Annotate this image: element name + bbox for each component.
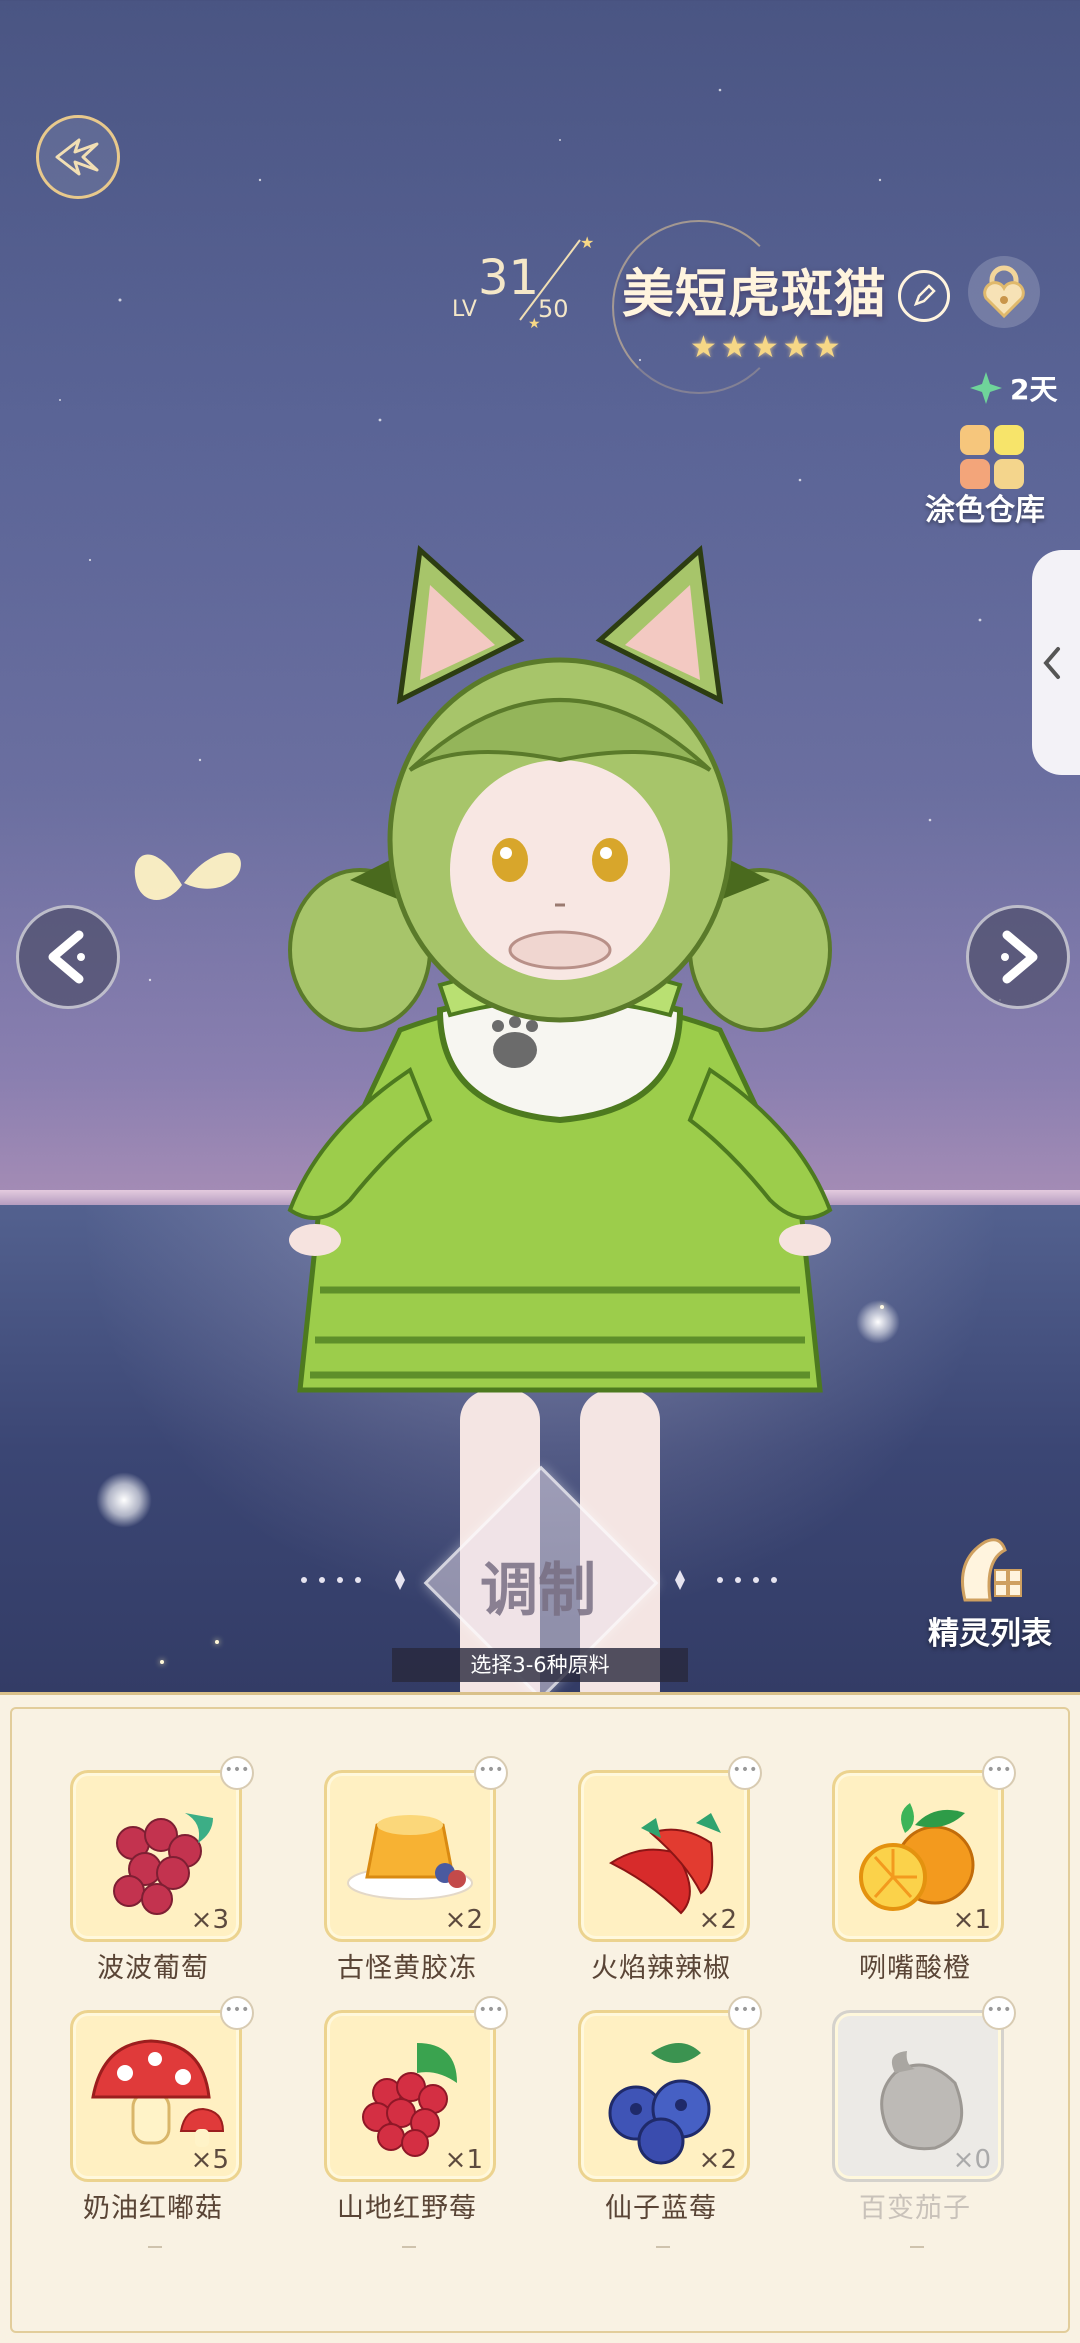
ingredient-card[interactable]: ×2 — [578, 2010, 750, 2182]
ingredient-hint: 选择3-6种原料 — [392, 1648, 688, 1682]
ingredient-count: ×5 — [190, 2145, 229, 2175]
pet-list-icon[interactable] — [945, 1530, 1035, 1610]
ingredient-card[interactable]: ×1 — [324, 2010, 496, 2182]
ingredient-name: 百变茄子 — [859, 2193, 971, 2224]
ingredient-item[interactable]: ×2 ••• 火焰辣辣椒 — [578, 1756, 762, 1985]
level-display: LV 31 ★ ★ 50 — [450, 233, 620, 340]
ingredient-item[interactable]: ×2 ••• 仙子蓝莓 — [578, 1996, 762, 2225]
star-icon: ★ — [782, 330, 810, 365]
chevron-left-icon — [1043, 646, 1060, 679]
ingredient-name: 咧嘴酸橙 — [859, 1953, 971, 1984]
divider — [148, 2246, 162, 2248]
next-pet-button[interactable] — [966, 905, 1070, 1009]
light-orb — [96, 1472, 152, 1528]
ingredient-name: 波波葡萄 — [97, 1953, 209, 1984]
ingredient-item[interactable]: ×2 ••• 古怪黄胶冻 — [324, 1756, 508, 1985]
ingredient-count: ×2 — [698, 2145, 737, 2175]
divider — [910, 2246, 924, 2248]
prev-pet-button[interactable] — [16, 905, 120, 1009]
ingredient-item[interactable]: ×1 ••• 山地红野莓 — [324, 1996, 508, 2225]
divider — [402, 2246, 416, 2248]
ingredient-card[interactable]: ×1 — [832, 1770, 1004, 1942]
ingredient-name: 仙子蓝莓 — [605, 2193, 717, 2224]
more-dots-icon[interactable]: ••• — [220, 1756, 254, 1790]
color-storage-label[interactable]: 涂色仓库 — [925, 485, 1045, 529]
ingredient-card[interactable]: ×0 — [832, 2010, 1004, 2182]
more-dots-icon[interactable]: ••• — [474, 1756, 508, 1790]
ingredient-name: 奶油红嘟菇 — [83, 2193, 223, 2224]
more-dots-icon[interactable]: ••• — [982, 1756, 1016, 1790]
side-panel-toggle[interactable] — [1032, 550, 1080, 775]
rarity-stars: ★ ★ ★ ★ ★ — [690, 330, 841, 365]
more-dots-icon[interactable]: ••• — [982, 1996, 1016, 2030]
ingredient-count: ×0 — [952, 2145, 991, 2175]
ingredient-count: ×2 — [698, 1905, 737, 1935]
star-icon: ★ — [690, 330, 717, 365]
lock-heart-icon — [983, 265, 1025, 319]
level-max: 50 — [538, 295, 569, 323]
star-icon: ★ — [751, 330, 779, 365]
light-orb — [856, 1300, 900, 1344]
ingredient-item[interactable]: ×3 ••• 波波葡萄 — [70, 1756, 254, 1985]
lock-button[interactable] — [968, 256, 1040, 328]
sparkle — [160, 1660, 164, 1664]
pet-list-label[interactable]: 精灵列表 — [928, 1608, 1052, 1653]
ingredient-item[interactable]: ×1 ••• 咧嘴酸橙 — [832, 1756, 1016, 1985]
ingredient-count: ×1 — [952, 1905, 991, 1935]
ingredient-card[interactable]: ×3 — [70, 1770, 242, 1942]
chevron-right-icon — [1001, 930, 1038, 984]
chevron-left-icon — [48, 930, 85, 984]
ingredient-count: ×2 — [444, 1905, 483, 1935]
sparkle — [215, 1640, 219, 1644]
butterfly-icon — [134, 852, 241, 900]
more-dots-icon[interactable]: ••• — [728, 1996, 762, 2030]
ingredient-name: 山地红野莓 — [337, 2193, 477, 2224]
star-icon: ★ — [813, 330, 841, 365]
ingredient-name: 火焰辣辣椒 — [591, 1953, 731, 1984]
divider — [656, 2246, 670, 2248]
ingredient-count: ×1 — [444, 2145, 483, 2175]
svg-text:★: ★ — [580, 233, 594, 252]
craft-button-label[interactable]: 调制 — [458, 1543, 618, 1627]
ingredient-card[interactable]: ×2 — [578, 1770, 750, 1942]
more-dots-icon[interactable]: ••• — [728, 1756, 762, 1790]
ingredient-count: ×3 — [190, 1905, 229, 1935]
ingredient-item[interactable]: ×0 ••• 百变茄子 — [832, 1996, 1016, 2225]
more-dots-icon[interactable]: ••• — [220, 1996, 254, 2030]
level-label: LV — [452, 297, 477, 322]
sparkle-gem-icon — [970, 372, 1002, 404]
ingredient-card[interactable]: ×2 — [324, 1770, 496, 1942]
days-left: 2天 — [1010, 373, 1058, 406]
back-button[interactable] — [36, 115, 120, 199]
ingredient-card[interactable]: ×5 — [70, 2010, 242, 2182]
pencil-icon — [913, 284, 936, 307]
duration-badge: 2天 — [968, 368, 1057, 408]
star-icon: ★ — [720, 330, 748, 365]
rename-button[interactable] — [898, 270, 950, 322]
winged-star-icon — [55, 138, 99, 176]
ingredient-item[interactable]: ×5 ••• 奶油红嘟菇 — [70, 1996, 254, 2225]
more-dots-icon[interactable]: ••• — [474, 1996, 508, 2030]
ingredient-panel: ×3 ••• 波波葡萄 ×2 ••• 古怪黄胶冻 ×2 ••• 火焰辣辣椒 ×1… — [0, 1692, 1080, 2343]
palette-icon[interactable] — [960, 425, 1024, 489]
pet-name: 美短虎斑猫 — [622, 264, 888, 325]
ingredient-name: 古怪黄胶冻 — [337, 1953, 477, 1984]
